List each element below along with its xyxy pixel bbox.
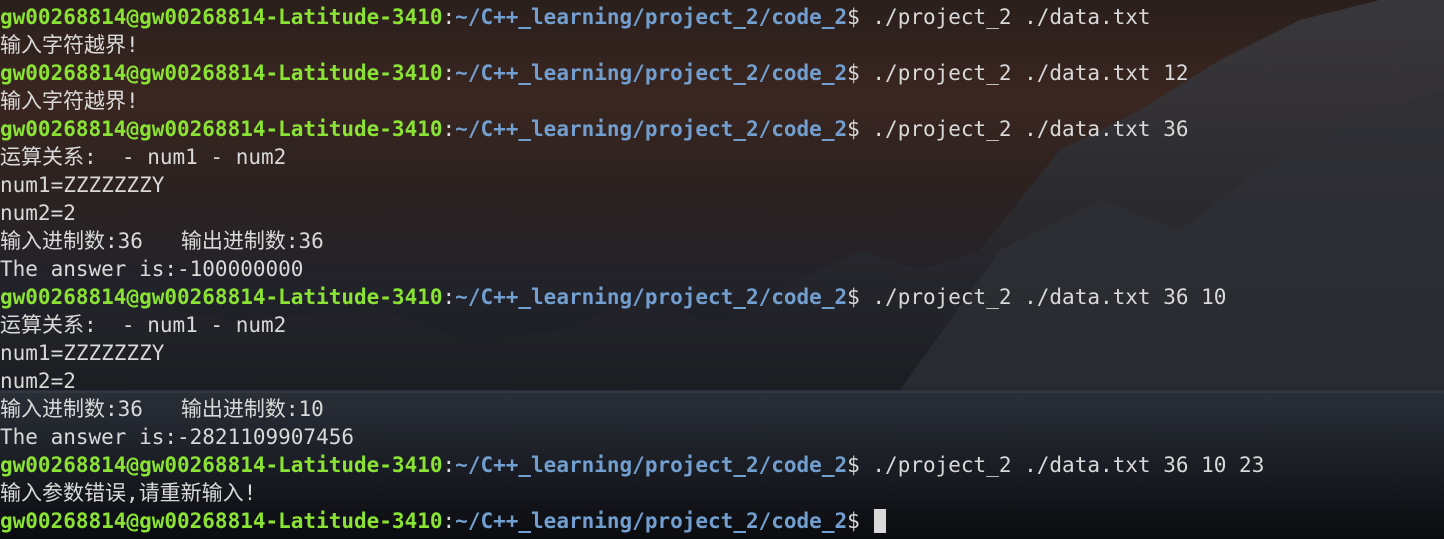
prompt-symbol: $ [847,285,873,309]
output-line: The answer is:-2821109907456 [0,425,355,449]
command-text: ./project_2 ./data.txt 36 [872,117,1189,141]
prompt-symbol: $ [847,5,873,29]
output-line: The answer is:-100000000 [0,257,304,281]
output-line: 输入字符越界! [0,33,139,57]
prompt-symbol: $ [847,61,873,85]
output-line: 输入字符越界! [0,89,139,113]
prompt-separator: : [442,453,456,477]
prompt-user-host: gw00268814@gw00268814-Latitude-3410 [0,285,443,309]
prompt-line: gw00268814@gw00268814-Latitude-3410:~/C+… [0,3,1264,31]
prompt-symbol: $ [847,117,873,141]
prompt-separator: : [442,117,456,141]
prompt-separator: : [442,5,456,29]
text-cursor [874,509,887,533]
command-text: ./project_2 ./data.txt [872,5,1151,29]
prompt-line: gw00268814@gw00268814-Latitude-3410:~/C+… [0,115,1264,143]
output-line: 输入进制数:36 输出进制数:36 [0,229,324,253]
prompt-path: ~/C++_learning/project_2/code_2 [455,453,848,477]
prompt-line: gw00268814@gw00268814-Latitude-3410:~/C+… [0,283,1264,311]
output-line: 输入进制数:36 输出进制数:10 [0,397,324,421]
prompt-user-host: gw00268814@gw00268814-Latitude-3410 [0,453,443,477]
terminal-output: gw00268814@gw00268814-Latitude-3410:~/C+… [0,3,1264,535]
prompt-separator: : [442,61,456,85]
prompt-separator: : [442,285,456,309]
prompt-user-host: gw00268814@gw00268814-Latitude-3410 [0,117,443,141]
prompt-user-host: gw00268814@gw00268814-Latitude-3410 [0,5,443,29]
prompt-separator: : [442,509,456,533]
prompt-symbol: $ [847,453,873,477]
prompt-path: ~/C++_learning/project_2/code_2 [455,509,848,533]
prompt-path: ~/C++_learning/project_2/code_2 [455,61,848,85]
prompt-path: ~/C++_learning/project_2/code_2 [455,285,848,309]
output-line: 运算关系: - num1 - num2 [0,145,287,169]
output-line: num1=ZZZZZZZY [0,173,165,197]
output-line: num1=ZZZZZZZY [0,341,165,365]
active-prompt-line[interactable]: gw00268814@gw00268814-Latitude-3410:~/C+… [0,507,1264,535]
command-text: ./project_2 ./data.txt 36 10 [872,285,1227,309]
output-line: num2=2 [0,201,76,225]
command-text: ./project_2 ./data.txt 36 10 23 [872,453,1265,477]
prompt-symbol: $ [847,509,873,533]
output-line: 运算关系: - num1 - num2 [0,313,287,337]
prompt-user-host: gw00268814@gw00268814-Latitude-3410 [0,61,443,85]
prompt-path: ~/C++_learning/project_2/code_2 [455,117,848,141]
terminal-window[interactable]: gw00268814@gw00268814-Latitude-3410:~/C+… [0,0,1444,539]
output-line: num2=2 [0,369,76,393]
prompt-path: ~/C++_learning/project_2/code_2 [455,5,848,29]
command-text: ./project_2 ./data.txt 12 [872,61,1189,85]
output-line: 输入参数错误,请重新输入! [0,481,257,505]
prompt-user-host: gw00268814@gw00268814-Latitude-3410 [0,509,443,533]
prompt-line: gw00268814@gw00268814-Latitude-3410:~/C+… [0,59,1264,87]
prompt-line: gw00268814@gw00268814-Latitude-3410:~/C+… [0,451,1264,479]
